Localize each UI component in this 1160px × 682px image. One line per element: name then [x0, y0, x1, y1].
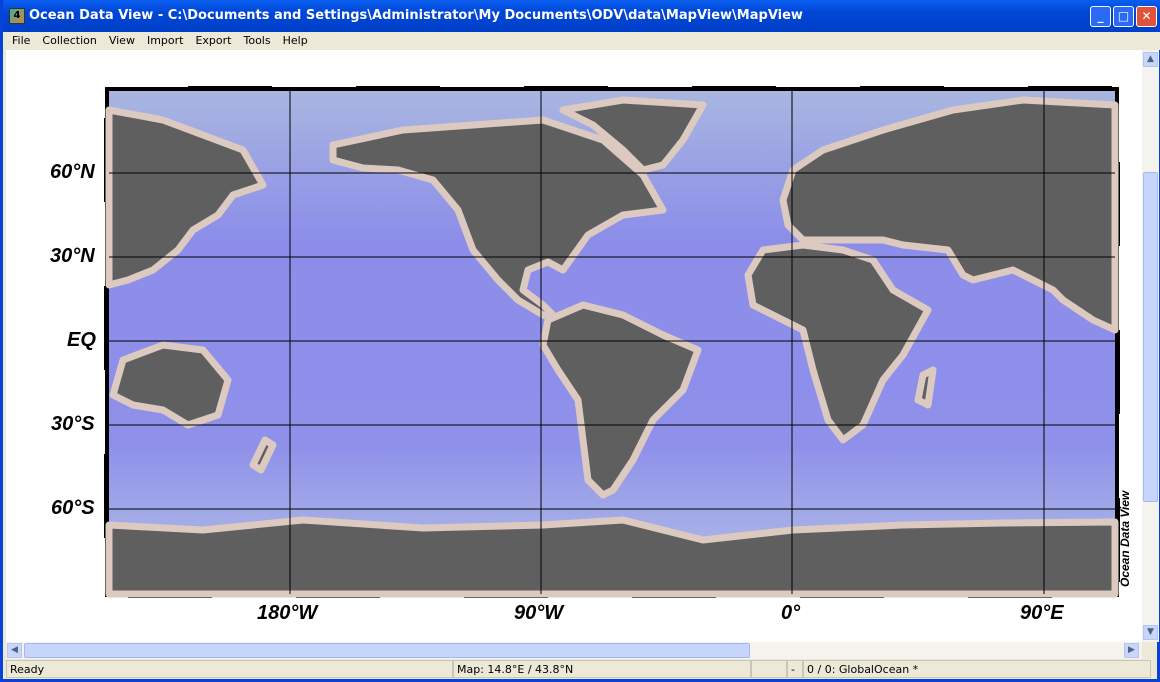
madagascar — [914, 366, 937, 409]
antarctica — [105, 516, 1119, 598]
world-map[interactable] — [3, 0, 1139, 599]
scroll-up-icon[interactable]: ▲ — [1143, 52, 1158, 67]
lat-label-30s: 30°S — [51, 413, 95, 435]
scroll-down-icon[interactable]: ▼ — [1143, 625, 1158, 640]
lon-label-180w: 180°W — [257, 602, 318, 624]
watermark: Ocean Data View — [1118, 490, 1132, 587]
map-canvas[interactable]: 60°N 30°N EQ 30°S 60°S 180°W 90°W 0° 90°… — [6, 50, 1142, 642]
status-empty — [751, 660, 787, 678]
status-bar: Ready Map: 14.8°E / 43.8°N - 0 / 0: Glob… — [6, 659, 1160, 679]
vertical-scroll-thumb[interactable] — [1143, 172, 1158, 502]
lat-label-60s: 60°S — [51, 497, 95, 519]
vertical-scrollbar[interactable]: ▲ ▼ — [1142, 50, 1159, 642]
scroll-right-icon[interactable]: ▶ — [1124, 643, 1139, 658]
lat-label-30n: 30°N — [50, 245, 95, 267]
close-button[interactable]: ✕ — [1136, 6, 1157, 27]
status-dash: - — [787, 660, 803, 678]
lat-label-60n: 60°N — [50, 161, 95, 183]
horizontal-scrollbar[interactable]: ◀ ▶ — [6, 642, 1142, 659]
scroll-left-icon[interactable]: ◀ — [7, 643, 22, 658]
status-collection: 0 / 0: GlobalOcean * — [803, 660, 1151, 678]
lon-label-90e: 90°E — [1020, 602, 1064, 624]
lat-label-eq: EQ — [67, 329, 96, 351]
lon-label-0: 0° — [781, 602, 801, 624]
lon-label-90w: 90°W — [514, 602, 564, 624]
status-map-position: Map: 14.8°E / 43.8°N — [453, 660, 751, 678]
horizontal-scroll-thumb[interactable] — [24, 643, 750, 658]
status-message: Ready — [6, 660, 453, 678]
app-window: 4 Ocean Data View - C:\Documents and Set… — [0, 0, 1160, 682]
